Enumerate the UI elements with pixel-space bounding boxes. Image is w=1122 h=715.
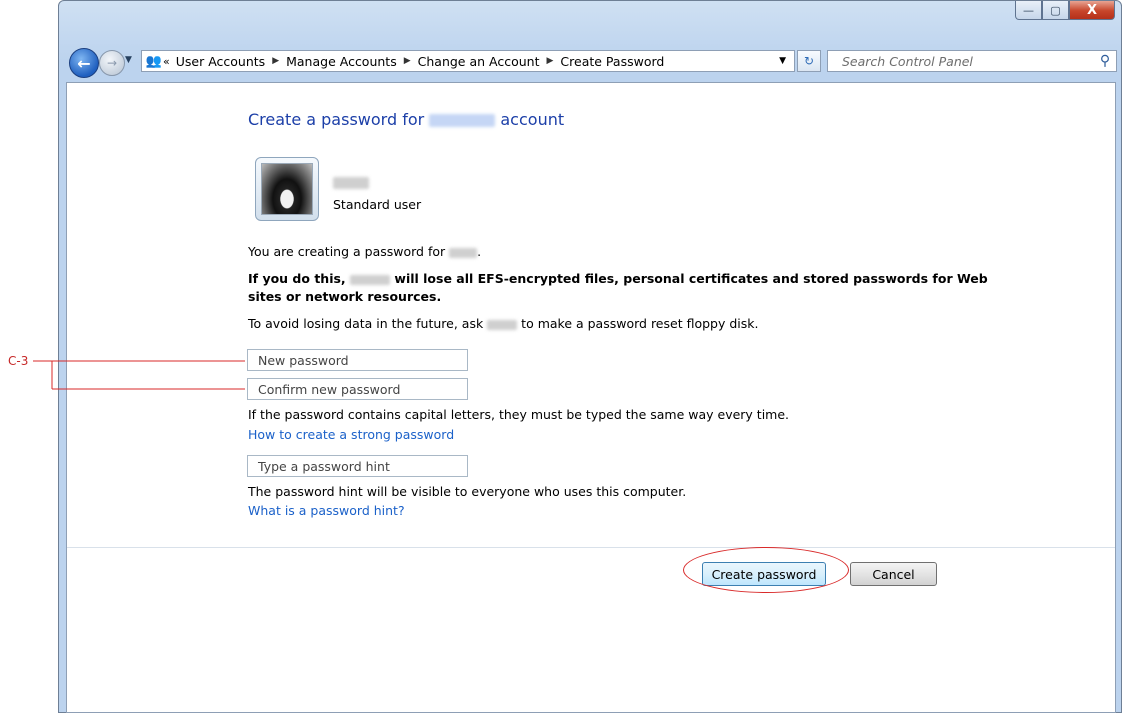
strong-password-link[interactable]: How to create a strong password — [248, 427, 454, 442]
breadcrumb-separator-icon[interactable]: ▶ — [401, 56, 414, 66]
breadcrumb-separator-icon[interactable]: ▶ — [269, 56, 282, 66]
forward-button[interactable]: → — [99, 50, 125, 76]
close-button[interactable]: X — [1069, 1, 1115, 20]
page-title: Create a password for account — [248, 110, 564, 129]
avoid-prefix: To avoid losing data in the future, ask — [248, 316, 484, 331]
search-icon[interactable]: ⚲ — [1094, 53, 1116, 69]
minimize-button[interactable]: — — [1015, 1, 1042, 20]
new-password-field[interactable]: New password — [247, 349, 468, 371]
confirm-password-field[interactable]: Confirm new password — [247, 378, 468, 400]
caption-buttons: — ▢ X — [1015, 1, 1115, 20]
title-suffix: account — [500, 110, 565, 129]
hint-note: The password hint will be visible to eve… — [248, 484, 687, 499]
maximize-button[interactable]: ▢ — [1042, 1, 1069, 20]
content-pane — [66, 82, 1116, 713]
dog-picture-icon — [261, 163, 313, 215]
warning-line-2: sites or network resources. — [248, 289, 442, 304]
breadcrumb-change-account[interactable]: Change an Account — [414, 54, 544, 69]
navigation-bar: ← → ▼ 👥 « User Accounts ▶ Manage Account… — [69, 46, 1117, 78]
address-bar[interactable]: 👥 « User Accounts ▶ Manage Accounts ▶ Ch… — [141, 50, 795, 72]
breadcrumb-separator-icon[interactable]: ▶ — [544, 56, 557, 66]
breadcrumb-overflow[interactable]: « — [163, 55, 172, 68]
recent-pages-dropdown[interactable]: ▼ — [125, 55, 132, 65]
warning-text: will lose all EFS-encrypted files, perso… — [394, 271, 988, 286]
avoid-text: To avoid losing data in the future, ask … — [248, 316, 758, 331]
refresh-button[interactable]: ↻ — [797, 50, 821, 72]
title-prefix: Create a password for — [248, 110, 425, 129]
warning-line-1: If you do this, will lose all EFS-encryp… — [248, 271, 988, 286]
search-box[interactable]: Search Control Panel ⚲ — [827, 50, 1117, 72]
annotation-label: C-3 — [8, 354, 29, 368]
create-password-button[interactable]: Create password — [702, 562, 826, 586]
cancel-button[interactable]: Cancel — [850, 562, 937, 586]
user-name — [333, 174, 369, 189]
creating-text-label: You are creating a password for — [248, 244, 446, 259]
redacted-username — [350, 274, 391, 285]
address-dropdown-icon[interactable]: ▼ — [779, 56, 786, 66]
redacted-username — [487, 319, 518, 330]
caps-note: If the password contains capital letters… — [248, 407, 790, 422]
refresh-icon: ↻ — [803, 54, 815, 68]
redacted-username — [429, 114, 496, 127]
chevron-down-icon: ▼ — [125, 55, 132, 65]
avoid-suffix: to make a password reset floppy disk. — [521, 316, 759, 331]
back-button[interactable]: ← — [69, 48, 99, 78]
breadcrumb-manage-accounts[interactable]: Manage Accounts — [282, 54, 401, 69]
forward-arrow-icon: → — [106, 56, 118, 70]
warning-prefix: If you do this, — [248, 271, 346, 286]
creating-text: You are creating a password for . — [248, 244, 482, 259]
redacted-username — [449, 247, 478, 258]
user-type: Standard user — [333, 197, 422, 212]
password-hint-field[interactable]: Type a password hint — [247, 455, 468, 477]
avatar — [255, 157, 319, 221]
back-arrow-icon: ← — [77, 53, 91, 73]
user-accounts-icon: 👥 — [145, 53, 163, 69]
password-hint-link[interactable]: What is a password hint? — [248, 503, 405, 518]
divider — [67, 547, 1115, 548]
breadcrumb-user-accounts[interactable]: User Accounts — [172, 54, 269, 69]
search-input[interactable]: Search Control Panel — [828, 54, 1094, 69]
breadcrumb-create-password[interactable]: Create Password — [556, 54, 668, 69]
redacted-username — [333, 176, 369, 189]
